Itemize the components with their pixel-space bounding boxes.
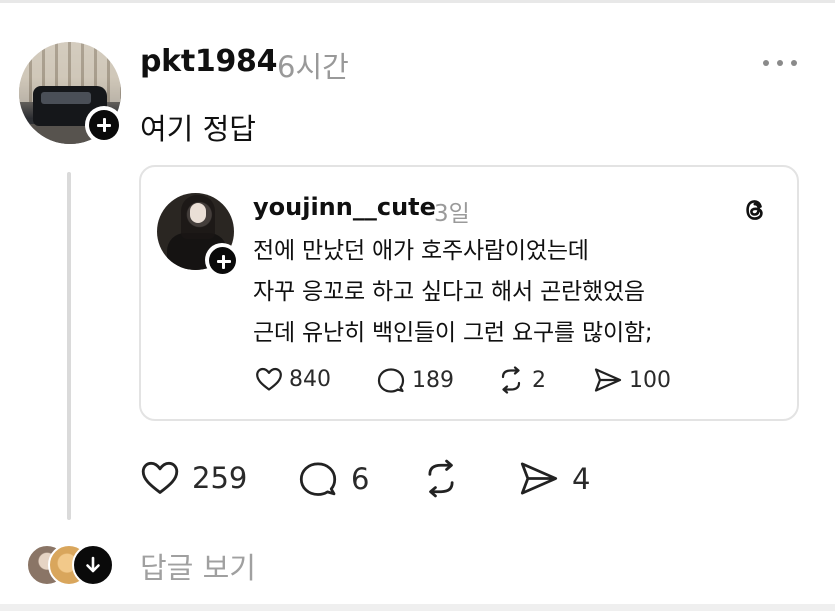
view-replies-link[interactable]: 답글 보기 [140,545,256,587]
repost-button[interactable] [420,459,462,498]
like-count: 259 [192,460,248,495]
thread-line [67,172,71,520]
bottom-divider [0,604,835,611]
send-icon [520,462,558,495]
quoted-text-line: 근데 유난히 백인들이 그런 요구를 많이함; [253,320,653,346]
comment-count: 6 [351,461,370,496]
quoted-like-button[interactable]: 840 [255,366,331,392]
quoted-text-line: 자꾸 응꼬로 하고 싶다고 해서 곤란했었음 [253,279,645,305]
quoted-comment-count: 189 [412,367,454,393]
reply-avatars[interactable] [26,544,114,586]
post-text: 여기 정답 [140,112,256,146]
post-timestamp: 6시간 [277,50,349,84]
quoted-post-timestamp: 3일 [434,201,470,227]
quoted-repost-count: 2 [532,367,546,393]
comment-bubble-icon [299,462,337,496]
share-count: 4 [572,461,591,496]
comment-button[interactable]: 6 [297,459,369,498]
quoted-like-count: 840 [289,366,331,392]
more-options-button[interactable] [763,58,797,68]
author-username[interactable]: pkt1984 [140,44,277,79]
arrow-down-icon [72,544,114,586]
top-divider [0,0,835,3]
quoted-repost-button[interactable]: 2 [496,366,546,394]
quoted-share-button[interactable]: 100 [593,366,671,394]
plus-icon [89,110,119,140]
quoted-share-count: 100 [629,367,671,393]
comment-bubble-icon [377,368,405,393]
quoted-follow-button[interactable] [205,243,239,277]
quoted-comment-button[interactable]: 189 [376,366,454,394]
plus-icon [208,246,236,274]
heart-icon [256,367,282,391]
like-button[interactable]: 259 [140,459,247,496]
quoted-author-username[interactable]: youjinn__cute [253,193,436,221]
more-horizontal-icon [763,60,769,66]
repost-icon [501,366,521,394]
repost-icon [428,459,454,498]
send-icon [594,368,622,392]
heart-icon [141,461,179,494]
share-button[interactable]: 4 [518,459,590,498]
quoted-text-line: 전에 만났던 애가 호주사람이었는데 [253,238,589,264]
follow-button[interactable] [85,106,123,144]
threads-logo-icon[interactable] [740,195,770,225]
